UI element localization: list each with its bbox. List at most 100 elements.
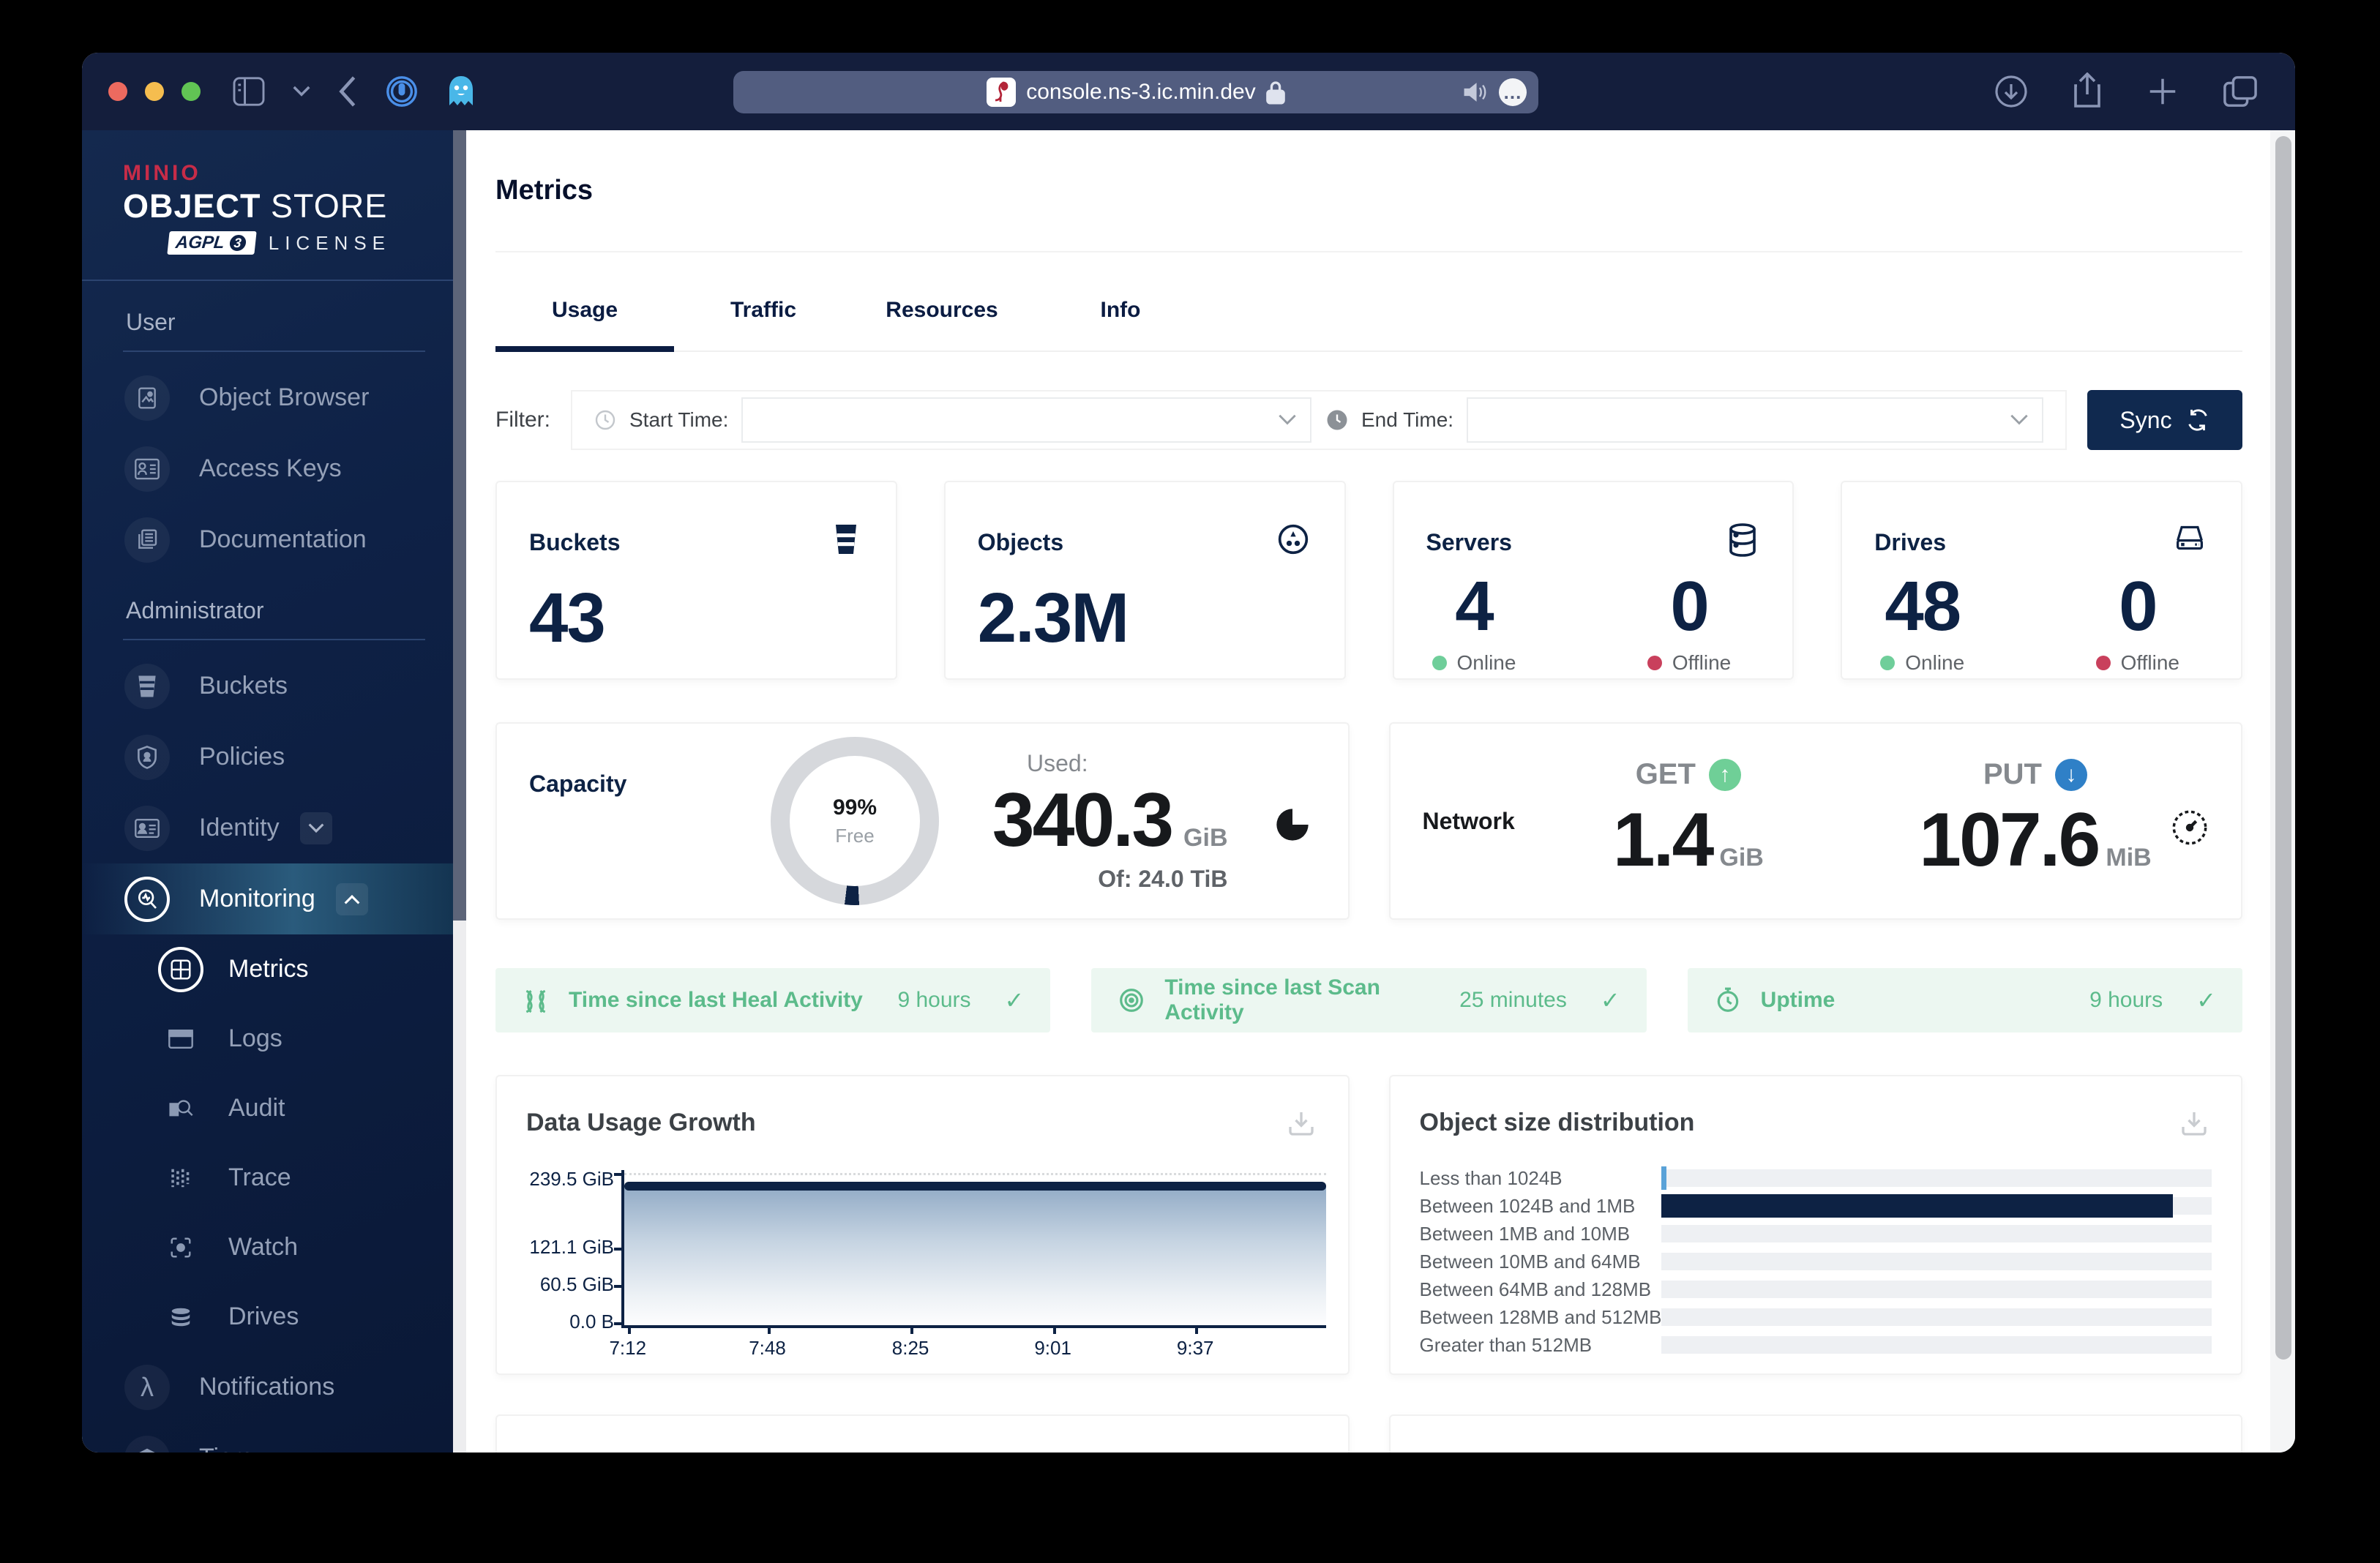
sidebar-item-monitoring[interactable]: Monitoring — [82, 863, 466, 934]
main-scrollbar-track[interactable] — [2270, 130, 2295, 1453]
monitoring-collapse-chevron-icon[interactable] — [335, 882, 368, 915]
sidebar-subitem-metrics[interactable]: Metrics — [82, 934, 466, 1004]
sidebar-item-access-keys[interactable]: Access Keys — [82, 433, 466, 504]
sidebar-item-object-browser[interactable]: Object Browser — [82, 362, 466, 433]
object-browser-icon — [124, 375, 170, 421]
buckets-icon — [124, 663, 170, 709]
audit-icon — [158, 1086, 203, 1131]
sidebar-subitem-watch[interactable]: Watch — [82, 1212, 466, 1282]
buckets-count: 43 — [529, 579, 606, 657]
main-content: Metrics Usage Traffic Resources Info Fil… — [466, 130, 2295, 1453]
sidebar-item-label: Trace — [228, 1163, 291, 1191]
end-time-select[interactable] — [1467, 397, 2043, 443]
tab-usage[interactable]: Usage — [495, 298, 674, 352]
share-icon[interactable] — [2071, 72, 2103, 110]
dist-row: Between 1024B and 1MB — [1420, 1192, 2212, 1220]
tab-info[interactable]: Info — [1031, 298, 1210, 351]
sync-button-label: Sync — [2119, 406, 2172, 433]
sidebar-item-label: Object Browser — [199, 383, 370, 411]
sidebar-scrollbar-thumb[interactable] — [453, 130, 466, 921]
tab-overview-icon[interactable] — [2222, 75, 2259, 108]
address-bar[interactable]: console.ns-3.ic.min.dev … — [733, 71, 1538, 113]
zoom-window-button[interactable] — [182, 82, 201, 101]
sidebar-section-administrator: Administrator — [126, 597, 264, 623]
sidebar-subitem-logs[interactable]: Logs — [82, 1004, 466, 1073]
sidebar-item-tiers[interactable]: Tiers — [82, 1423, 466, 1453]
mute-icon[interactable] — [1462, 81, 1487, 103]
download-chart-icon[interactable] — [2179, 1109, 2209, 1138]
sidebar-item-identity[interactable]: Identity — [82, 792, 466, 863]
scan-target-icon — [1118, 986, 1145, 1014]
download-chart-icon[interactable] — [1287, 1109, 1316, 1138]
put-down-arrow-icon: ↓ — [2054, 758, 2087, 791]
dist-bar-fill-0 — [1661, 1166, 1667, 1190]
x-axis-tick: 7:12 — [609, 1337, 647, 1359]
new-tab-icon[interactable] — [2146, 75, 2179, 108]
onepassword-extension-icon[interactable] — [385, 75, 419, 108]
monitoring-icon — [124, 876, 170, 922]
object-size-bar-chart: Less than 1024B Between 1024B and 1MB Be… — [1420, 1164, 2212, 1359]
sidebar-subitem-trace[interactable]: Trace — [82, 1143, 466, 1212]
capacity-used-unit: GiB — [1183, 823, 1228, 852]
offline-label: Offline — [2120, 651, 2179, 674]
network-put-block: PUT ↓ 107.6 MiB — [1862, 758, 2209, 884]
end-time-label: End Time: — [1361, 408, 1454, 431]
usage-area-chart: 239.5 GiB 121.1 GiB 60.5 GiB 0.0 B 7:12 … — [529, 1168, 1326, 1359]
object-size-distribution-title: Object size distribution — [1419, 1109, 1695, 1136]
offline-status-dot — [2095, 656, 2111, 670]
start-time-select[interactable] — [741, 397, 1311, 443]
online-status-dot — [1432, 656, 1447, 670]
uptime-status: Uptime 9 hours ✓ — [1687, 968, 2242, 1032]
y-axis-tick: 0.0 B — [569, 1310, 614, 1333]
online-label: Online — [1456, 651, 1516, 674]
sidebar-item-label: Access Keys — [199, 454, 342, 482]
check-icon: ✓ — [1004, 986, 1025, 1014]
x-axis-tick: 8:25 — [891, 1337, 929, 1359]
drive-icon — [2174, 523, 2206, 552]
sidebar-scrollbar-track[interactable] — [453, 130, 466, 1453]
sidebar-item-label: Policies — [199, 743, 285, 771]
x-axis-tick: 9:37 — [1176, 1337, 1214, 1359]
minimize-window-button[interactable] — [145, 82, 164, 101]
sidebar-item-label: Logs — [228, 1024, 282, 1052]
sidebar-item-label: Watch — [228, 1233, 299, 1261]
reader-options-icon[interactable]: … — [1499, 78, 1527, 106]
sidebar-item-notifications[interactable]: λ Notifications — [82, 1352, 466, 1423]
dist-category-label: Between 1MB and 10MB — [1419, 1222, 1631, 1245]
sidebar-subitem-drives[interactable]: Drives — [82, 1282, 466, 1352]
sync-button[interactable]: Sync — [2087, 390, 2242, 450]
sidebar-item-policies[interactable]: Policies — [82, 721, 466, 792]
sidebar-item-documentation[interactable]: Documentation — [82, 504, 466, 575]
dist-row: Less than 1024B — [1420, 1164, 2212, 1192]
objects-card-title: Objects — [977, 529, 1064, 555]
sidebar-subitem-audit[interactable]: Audit — [82, 1073, 466, 1143]
dist-row: Between 128MB and 512MB — [1420, 1303, 2212, 1331]
status-value: 9 hours — [897, 988, 971, 1012]
sidebar-toggle-icon[interactable] — [233, 77, 265, 106]
status-label: Time since last Scan Activity — [1164, 975, 1380, 1024]
heal-icon — [522, 986, 550, 1014]
close-window-button[interactable] — [108, 82, 127, 101]
back-icon[interactable] — [338, 76, 357, 107]
status-label: Uptime — [1760, 988, 1835, 1012]
ghostery-extension-icon[interactable] — [446, 75, 476, 108]
sidebar-item-buckets[interactable]: Buckets — [82, 651, 466, 721]
tab-traffic[interactable]: Traffic — [674, 298, 853, 351]
partial-card-right — [1388, 1414, 2242, 1453]
start-time-clock-icon — [594, 409, 616, 431]
sidebar-item-label: Tiers — [199, 1444, 253, 1453]
tab-resources[interactable]: Resources — [853, 298, 1031, 351]
objects-card: Objects 2.3M — [943, 481, 1346, 680]
identity-expand-chevron-icon[interactable] — [299, 812, 332, 844]
sidebar-chevron-icon[interactable] — [293, 86, 310, 97]
downloads-icon[interactable] — [1994, 74, 2029, 109]
browser-window: console.ns-3.ic.min.dev … MINIO OBJECT S… — [82, 53, 2295, 1453]
dist-category-label: Greater than 512MB — [1419, 1333, 1593, 1356]
bucket-icon — [831, 523, 861, 555]
objects-count: 2.3M — [977, 579, 1129, 657]
window-controls — [108, 82, 201, 101]
servers-card: Servers 4 Online 0 Offline — [1392, 481, 1795, 680]
servers-online-count: 4 — [1455, 567, 1494, 645]
dist-row: Between 64MB and 128MB — [1420, 1275, 2212, 1303]
main-scrollbar-thumb[interactable] — [2275, 136, 2291, 1360]
